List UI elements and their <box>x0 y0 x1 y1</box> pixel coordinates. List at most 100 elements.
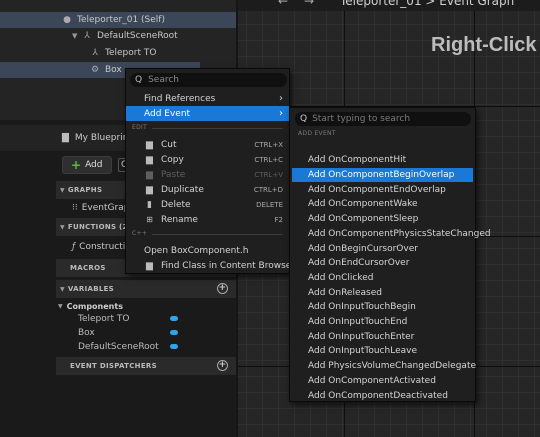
open-header-item[interactable]: Open BoxComponent.h <box>126 243 289 258</box>
event-item[interactable]: Add OnComponentPhysicsStateChanged <box>292 227 491 242</box>
add-variable-icon[interactable]: + <box>217 283 228 294</box>
cut-label: Cut <box>161 139 177 150</box>
section-variables-label: VARIABLES <box>67 285 115 293</box>
copy-icon: ▆ <box>146 154 153 165</box>
box-collision-icon: ⚙ <box>90 65 100 75</box>
event-item[interactable]: Add OnInputTouchBegin <box>292 300 473 315</box>
back-arrow-icon[interactable]: ← <box>278 0 288 8</box>
duplicate-shortcut: CTRL+D <box>253 185 283 194</box>
components-category-label: Components <box>66 301 123 311</box>
section-event-dispatchers[interactable]: EVENT DISPATCHERS + <box>56 357 236 375</box>
submenu-search-placeholder: Start typing to search <box>312 114 411 124</box>
event-item-label: Add OnComponentWake <box>308 199 418 210</box>
section-graphs-label: GRAPHS <box>67 186 103 194</box>
context-menu: Q Search Find References › Add Event › E… <box>125 68 295 274</box>
paste-item[interactable]: ▆ Paste CTRL+V <box>126 167 289 182</box>
paste-shortcut: CTRL+V <box>254 170 283 179</box>
delete-shortcut: DELETE <box>256 200 283 209</box>
collapse-arrow-icon: ▼ <box>60 186 65 194</box>
event-item[interactable]: Add OnClicked <box>292 271 473 286</box>
event-item[interactable]: Add OnComponentSleep <box>292 212 473 227</box>
tree-item-label: Teleport TO <box>105 48 157 58</box>
function-item-construction[interactable]: ƒ Constructi <box>56 239 125 255</box>
find-references-item[interactable]: Find References › <box>126 91 289 106</box>
paste-label: Paste <box>161 169 186 180</box>
variable-type-pill <box>170 344 178 349</box>
find-references-label: Find References <box>144 93 216 104</box>
event-item-label: Add OnInputTouchBegin <box>308 302 416 313</box>
actor-icon: ● <box>63 15 71 25</box>
submenu-search-input[interactable]: Q Start typing to search <box>295 112 471 126</box>
rename-icon: ⊞ <box>146 214 153 224</box>
event-item[interactable]: Add OnInputTouchEnd <box>292 315 473 330</box>
event-item[interactable]: Add OnComponentActivated <box>292 374 473 389</box>
context-search-placeholder: Search <box>148 75 180 85</box>
event-item[interactable]: Add OnEndCursorOver <box>292 256 473 271</box>
event-item-label: Add OnComponentEndOverlap <box>308 184 446 195</box>
collapse-arrow-icon: ▼ <box>58 302 63 310</box>
event-item[interactable]: Add OnComponentBeginOverlap <box>292 167 473 183</box>
collapse-arrow-icon[interactable]: ▼ <box>72 32 80 40</box>
add-event-section-header: ADD EVENT <box>298 130 336 137</box>
event-item[interactable]: Add OnComponentEndOverlap <box>292 182 473 197</box>
context-search-input[interactable]: Q Search <box>130 73 287 87</box>
event-item-label: Add OnInputTouchEnter <box>308 331 415 342</box>
blueprint-book-icon: ▇ <box>62 133 69 143</box>
event-item-label: Add OnComponentHit <box>308 155 407 166</box>
edit-section-header: EDIT <box>132 124 148 131</box>
graph-item-label: EventGrap <box>81 203 130 213</box>
event-graph-icon: ⁝⁝ <box>72 203 78 213</box>
tree-item-default-scene-root[interactable]: ▼ ⅄ DefaultSceneRoot <box>0 28 236 44</box>
event-item[interactable]: Add OnComponentDeactivated <box>292 388 473 403</box>
scene-root-icon: ⅄ <box>84 31 90 41</box>
search-icon: Q <box>300 114 308 124</box>
add-button[interactable]: + Add <box>62 156 112 174</box>
find-class-item[interactable]: ▆ Find Class in Content Browser <box>126 258 295 273</box>
event-item-label: Add OnComponentActivated <box>308 375 436 386</box>
plus-icon: + <box>71 158 82 172</box>
event-item-label: Add OnBeginCursorOver <box>308 243 418 254</box>
cut-icon: ▆ <box>146 139 153 150</box>
add-dispatcher-icon[interactable]: + <box>217 360 228 371</box>
rename-item[interactable]: ⊞ Rename F2 <box>126 212 289 227</box>
event-item-label: Add OnInputTouchLeave <box>308 346 417 357</box>
duplicate-icon: ▆ <box>146 184 153 195</box>
submenu-arrow-icon: › <box>279 93 283 104</box>
event-item[interactable]: Add PhysicsVolumeChangedDelegate <box>292 359 476 374</box>
delete-item[interactable]: ▮ Delete DELETE <box>126 197 289 212</box>
duplicate-item[interactable]: ▆ Duplicate CTRL+D <box>126 182 289 197</box>
tree-item-label: DefaultSceneRoot <box>97 31 178 41</box>
add-event-label: Add Event <box>144 108 191 119</box>
variable-row[interactable]: Teleport TO <box>56 312 236 326</box>
event-item[interactable]: Add OnComponentHit <box>292 153 473 168</box>
tree-item-self[interactable]: ● Teleporter_01 (Self) <box>0 12 236 28</box>
tree-item-teleport-to[interactable]: ⅄ Teleport TO <box>0 45 236 61</box>
event-item[interactable]: Add OnInputTouchEnter <box>292 329 473 344</box>
scene-component-icon: ⅄ <box>92 48 98 58</box>
trash-icon: ▮ <box>147 199 152 210</box>
add-event-item[interactable]: Add Event › <box>126 106 289 121</box>
event-item-label: Add OnReleased <box>308 287 382 298</box>
variable-row[interactable]: Box <box>56 326 236 340</box>
event-item-label: Add OnComponentBeginOverlap <box>308 170 455 181</box>
graph-item-eventgraph[interactable]: ⁝⁝ EventGrap <box>56 200 129 216</box>
event-item-label: Add OnComponentDeactivated <box>308 390 448 401</box>
divider <box>152 234 283 235</box>
collapse-arrow-icon: ▼ <box>60 223 65 231</box>
variable-row[interactable]: DefaultSceneRoot <box>56 340 236 354</box>
copy-item[interactable]: ▆ Copy CTRL+C <box>126 152 289 167</box>
divider <box>152 128 283 129</box>
section-variables[interactable]: ▼ VARIABLES + <box>56 280 236 298</box>
graph-breadcrumb[interactable]: Teleporter_01 > Event Graph <box>340 0 514 8</box>
forward-arrow-icon[interactable]: → <box>304 0 314 8</box>
function-icon: ƒ <box>72 242 76 252</box>
copy-shortcut: CTRL+C <box>254 155 283 164</box>
event-item[interactable]: Add OnBeginCursorOver <box>292 241 473 256</box>
cut-item[interactable]: ▆ Cut CTRL+X <box>126 137 289 152</box>
event-item[interactable]: Add OnReleased <box>292 285 473 300</box>
event-item[interactable]: Add OnComponentWake <box>292 197 473 212</box>
event-item[interactable]: Add OnInputTouchLeave <box>292 344 473 359</box>
rename-shortcut: F2 <box>274 215 283 224</box>
duplicate-label: Duplicate <box>161 184 204 195</box>
variable-type-pill <box>170 330 178 335</box>
